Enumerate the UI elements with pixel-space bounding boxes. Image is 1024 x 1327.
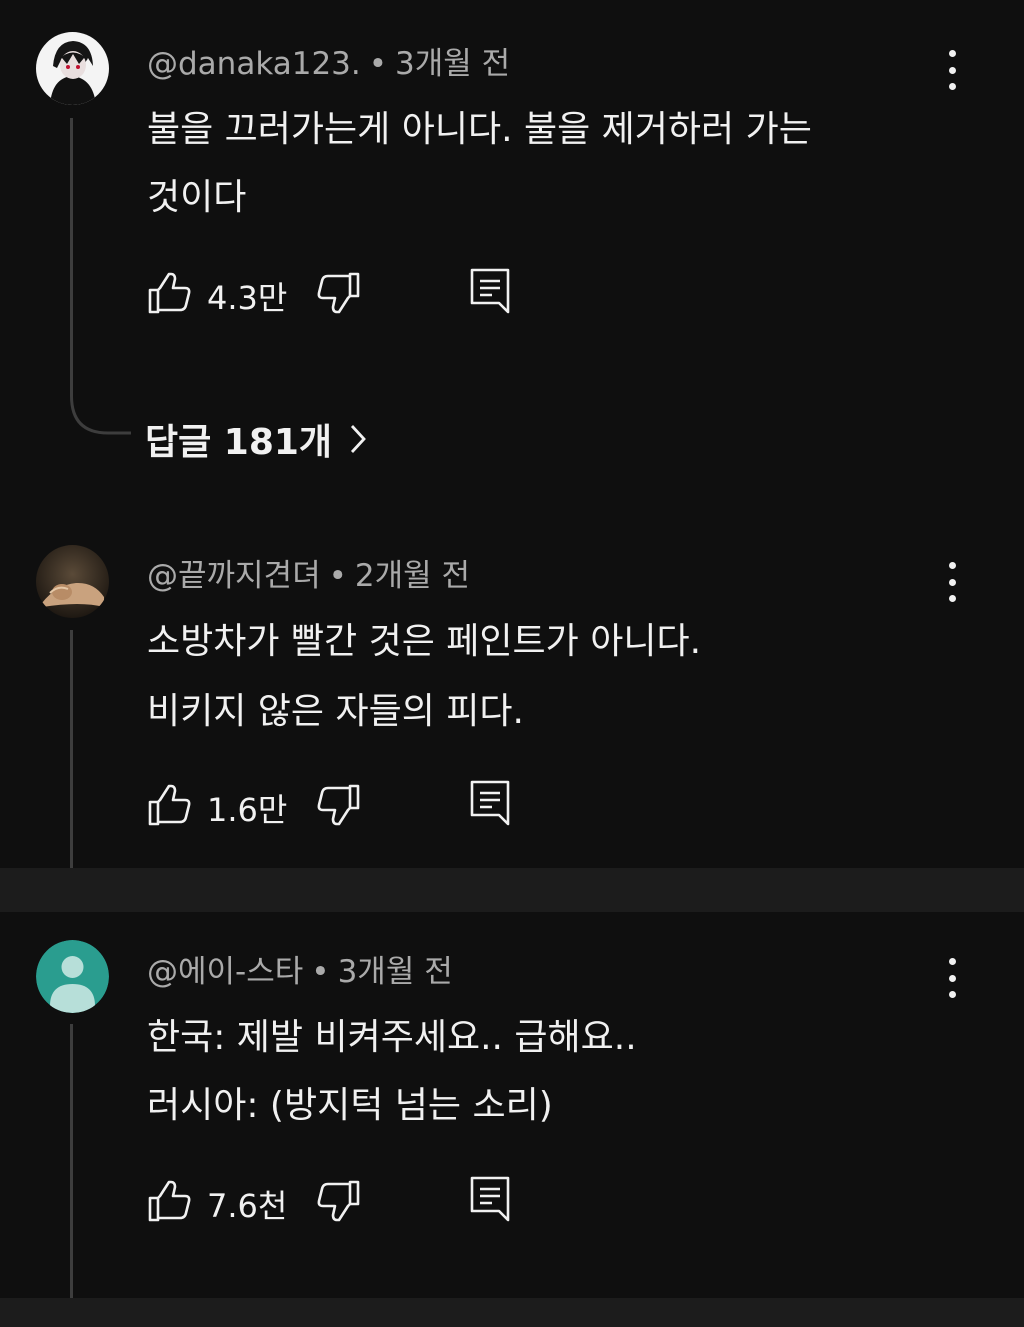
comment-meta: @danaka123. • 3개월 전 xyxy=(147,38,510,83)
like-count: 1.6만 xyxy=(207,791,288,829)
thumbs-up-icon[interactable] xyxy=(147,1179,191,1223)
more-vert-icon[interactable] xyxy=(938,958,966,998)
thumbs-up-icon[interactable] xyxy=(147,271,191,315)
comment-text-line: 불을 끄러가는게 아니다. 불을 제거하러 가는 xyxy=(147,109,812,150)
author-name[interactable]: @danaka123. xyxy=(147,46,361,82)
more-vert-icon[interactable] xyxy=(938,562,966,602)
comment-text-line: 것이다 xyxy=(147,177,247,218)
thumbs-down-icon[interactable] xyxy=(317,1179,361,1223)
replies-label: 답글 181개 xyxy=(145,422,333,463)
reply-icon[interactable] xyxy=(470,780,510,826)
comment-meta: @끝까지견뎌 • 2개월 전 xyxy=(147,550,470,595)
comment-thread-2: @끝까지견뎌 • 2개월 전 소방차가 빨간 것은 페인트가 아니다. 비키지 않은… xyxy=(0,520,1024,868)
meta-separator: • xyxy=(311,954,330,990)
chevron-right-icon xyxy=(351,425,366,453)
comment-time: 2개월 전 xyxy=(354,558,471,594)
thread-line xyxy=(70,630,73,868)
thread-line xyxy=(70,118,73,378)
comment-time: 3개월 전 xyxy=(337,954,453,990)
reply-icon[interactable] xyxy=(470,1176,510,1222)
like-count: 4.3만 xyxy=(207,279,288,317)
author-name[interactable]: @에이-스타 xyxy=(147,954,303,990)
more-vert-icon[interactable] xyxy=(938,50,966,90)
thumbs-down-icon[interactable] xyxy=(317,271,361,315)
view-replies-button[interactable]: 답글 181개 xyxy=(145,413,368,465)
thread-connector xyxy=(70,370,131,435)
comment-text-line: 소방차가 빨간 것은 페인트가 아니다. xyxy=(147,621,702,662)
thumbs-up-icon[interactable] xyxy=(147,783,191,827)
comment-time: 3개월 전 xyxy=(395,46,511,82)
author-name[interactable]: @끝까지견뎌 xyxy=(147,558,321,594)
comment-text-line: 한국: 제발 비켜주세요.. 급해요.. xyxy=(147,1017,637,1058)
reply-icon[interactable] xyxy=(470,268,510,314)
comment-thread-1: @danaka123. • 3개월 전 불을 끄러가는게 아니다. 불을 제거하러 … xyxy=(0,0,1024,520)
avatar[interactable] xyxy=(36,545,109,618)
comment-meta: @에이-스타 • 3개월 전 xyxy=(147,946,453,991)
thumbs-down-icon[interactable] xyxy=(317,783,361,827)
comment-text-line: 비키지 않은 자들의 피다. xyxy=(147,691,524,732)
avatar[interactable] xyxy=(36,940,109,1013)
comment-thread-3: @에이-스타 • 3개월 전 한국: 제발 비켜주세요.. 급해요.. 러시아: (… xyxy=(0,912,1024,1298)
meta-separator: • xyxy=(328,558,347,594)
avatar[interactable] xyxy=(36,32,109,105)
meta-separator: • xyxy=(368,46,388,82)
thread-line xyxy=(70,1024,73,1298)
comment-text-line: 러시아: (방지턱 넘는 소리) xyxy=(147,1085,553,1126)
like-count: 7.6천 xyxy=(207,1187,288,1225)
